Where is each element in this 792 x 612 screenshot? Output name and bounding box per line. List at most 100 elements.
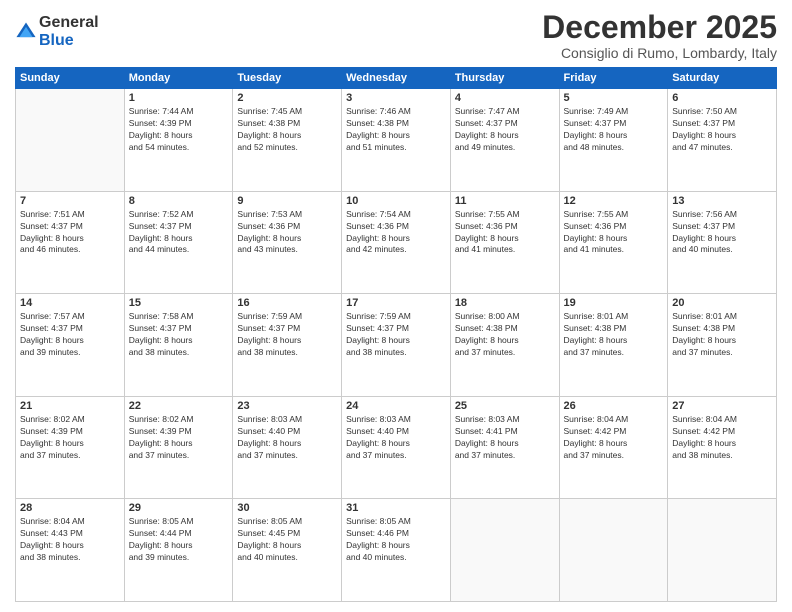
day-info: Sunrise: 8:04 AM Sunset: 4:42 PM Dayligh…: [564, 414, 664, 462]
day-number: 15: [129, 297, 229, 309]
table-row: 21Sunrise: 8:02 AM Sunset: 4:39 PM Dayli…: [16, 396, 125, 499]
day-number: 5: [564, 92, 664, 104]
day-number: 11: [455, 195, 555, 207]
table-row: 30 Sunrise: 8:05 AM Sunset: 4:45 PM Dayli…: [233, 499, 342, 602]
day-info: Sunrise: 7:57 AM Sunset: 4:37 PM Dayligh…: [20, 311, 120, 359]
day-number: 26: [564, 400, 664, 412]
table-row: 3 Sunrise: 7:46 AM Sunset: 4:38 PM Daylig…: [342, 89, 451, 192]
header: General Blue December 2025 Consiglio di …: [15, 10, 777, 61]
col-friday: Friday: [559, 68, 668, 89]
day-info: Sunrise: 7:47 AM Sunset: 4:37 PM Dayligh…: [455, 106, 555, 154]
calendar-week-row: 7Sunrise: 7:51 AM Sunset: 4:37 PM Daylig…: [16, 191, 777, 294]
day-info: Sunrise: 8:04 AM Sunset: 4:43 PM Dayligh…: [20, 516, 120, 564]
day-info: Sunrise: 7:58 AM Sunset: 4:37 PM Dayligh…: [129, 311, 229, 359]
col-saturday: Saturday: [668, 68, 777, 89]
logo-blue-text: Blue: [39, 32, 74, 49]
logo-icon: [15, 21, 37, 43]
day-info: Sunrise: 8:03 AM Sunset: 4:41 PM Dayligh…: [455, 414, 555, 462]
table-row: 9Sunrise: 7:53 AM Sunset: 4:36 PM Daylig…: [233, 191, 342, 294]
table-row: 20Sunrise: 8:01 AM Sunset: 4:38 PM Dayli…: [668, 294, 777, 397]
day-number: 20: [672, 297, 772, 309]
title-block: December 2025 Consiglio di Rumo, Lombard…: [542, 10, 777, 61]
table-row: 1 Sunrise: 7:44 AM Sunset: 4:39 PM Daylig…: [124, 89, 233, 192]
day-info: Sunrise: 7:45 AM Sunset: 4:38 PM Dayligh…: [237, 106, 337, 154]
col-tuesday: Tuesday: [233, 68, 342, 89]
day-info: Sunrise: 8:03 AM Sunset: 4:40 PM Dayligh…: [346, 414, 446, 462]
day-info: Sunrise: 7:59 AM Sunset: 4:37 PM Dayligh…: [237, 311, 337, 359]
day-info: Sunrise: 8:04 AM Sunset: 4:42 PM Dayligh…: [672, 414, 772, 462]
table-row: 28 Sunrise: 8:04 AM Sunset: 4:43 PM Dayli…: [16, 499, 125, 602]
calendar-week-row: 1 Sunrise: 7:44 AM Sunset: 4:39 PM Daylig…: [16, 89, 777, 192]
day-info: Sunrise: 7:46 AM Sunset: 4:38 PM Dayligh…: [346, 106, 446, 154]
day-number: 14: [20, 297, 120, 309]
table-row: [16, 89, 125, 192]
day-number: 2: [237, 92, 337, 104]
day-info: Sunrise: 7:55 AM Sunset: 4:36 PM Dayligh…: [455, 209, 555, 257]
table-row: 25 Sunrise: 8:03 AM Sunset: 4:41 PM Dayli…: [450, 396, 559, 499]
day-number: 24: [346, 400, 446, 412]
day-number: 28: [20, 502, 120, 514]
table-row: 26 Sunrise: 8:04 AM Sunset: 4:42 PM Dayli…: [559, 396, 668, 499]
table-row: 23 Sunrise: 8:03 AM Sunset: 4:40 PM Dayli…: [233, 396, 342, 499]
calendar-week-row: 21Sunrise: 8:02 AM Sunset: 4:39 PM Dayli…: [16, 396, 777, 499]
day-info: Sunrise: 7:55 AM Sunset: 4:36 PM Dayligh…: [564, 209, 664, 257]
day-info: Sunrise: 7:44 AM Sunset: 4:39 PM Dayligh…: [129, 106, 229, 154]
day-info: Sunrise: 7:49 AM Sunset: 4:37 PM Dayligh…: [564, 106, 664, 154]
calendar-table: Sunday Monday Tuesday Wednesday Thursday…: [15, 67, 777, 602]
day-number: 17: [346, 297, 446, 309]
day-number: 10: [346, 195, 446, 207]
day-info: Sunrise: 7:50 AM Sunset: 4:37 PM Dayligh…: [672, 106, 772, 154]
day-number: 29: [129, 502, 229, 514]
table-row: 6 Sunrise: 7:50 AM Sunset: 4:37 PM Daylig…: [668, 89, 777, 192]
table-row: 22 Sunrise: 8:02 AM Sunset: 4:39 PM Dayli…: [124, 396, 233, 499]
table-row: 14 Sunrise: 7:57 AM Sunset: 4:37 PM Dayli…: [16, 294, 125, 397]
day-number: 13: [672, 195, 772, 207]
table-row: 31Sunrise: 8:05 AM Sunset: 4:46 PM Dayli…: [342, 499, 451, 602]
table-row: 24 Sunrise: 8:03 AM Sunset: 4:40 PM Dayli…: [342, 396, 451, 499]
day-number: 31: [346, 502, 446, 514]
day-number: 19: [564, 297, 664, 309]
table-row: [559, 499, 668, 602]
day-number: 30: [237, 502, 337, 514]
day-number: 22: [129, 400, 229, 412]
calendar-week-row: 14 Sunrise: 7:57 AM Sunset: 4:37 PM Dayli…: [16, 294, 777, 397]
table-row: 12 Sunrise: 7:55 AM Sunset: 4:36 PM Dayli…: [559, 191, 668, 294]
location-subtitle: Consiglio di Rumo, Lombardy, Italy: [542, 45, 777, 61]
day-info: Sunrise: 8:00 AM Sunset: 4:38 PM Dayligh…: [455, 311, 555, 359]
day-number: 27: [672, 400, 772, 412]
day-number: 16: [237, 297, 337, 309]
day-info: Sunrise: 8:02 AM Sunset: 4:39 PM Dayligh…: [129, 414, 229, 462]
day-info: Sunrise: 7:51 AM Sunset: 4:37 PM Dayligh…: [20, 209, 120, 257]
day-info: Sunrise: 7:56 AM Sunset: 4:37 PM Dayligh…: [672, 209, 772, 257]
day-number: 6: [672, 92, 772, 104]
col-sunday: Sunday: [16, 68, 125, 89]
day-info: Sunrise: 8:05 AM Sunset: 4:45 PM Dayligh…: [237, 516, 337, 564]
table-row: 13 Sunrise: 7:56 AM Sunset: 4:37 PM Dayli…: [668, 191, 777, 294]
day-number: 1: [129, 92, 229, 104]
day-info: Sunrise: 8:03 AM Sunset: 4:40 PM Dayligh…: [237, 414, 337, 462]
col-wednesday: Wednesday: [342, 68, 451, 89]
table-row: 17Sunrise: 7:59 AM Sunset: 4:37 PM Dayli…: [342, 294, 451, 397]
day-number: 3: [346, 92, 446, 104]
page: General Blue December 2025 Consiglio di …: [0, 0, 792, 612]
table-row: 19 Sunrise: 8:01 AM Sunset: 4:38 PM Dayli…: [559, 294, 668, 397]
table-row: 11 Sunrise: 7:55 AM Sunset: 4:36 PM Dayli…: [450, 191, 559, 294]
table-row: 18Sunrise: 8:00 AM Sunset: 4:38 PM Dayli…: [450, 294, 559, 397]
table-row: 29Sunrise: 8:05 AM Sunset: 4:44 PM Dayli…: [124, 499, 233, 602]
logo-text: General Blue: [39, 14, 99, 49]
day-number: 25: [455, 400, 555, 412]
table-row: [668, 499, 777, 602]
table-row: [450, 499, 559, 602]
table-row: 15 Sunrise: 7:58 AM Sunset: 4:37 PM Dayli…: [124, 294, 233, 397]
month-title: December 2025: [542, 10, 777, 45]
weekday-header-row: Sunday Monday Tuesday Wednesday Thursday…: [16, 68, 777, 89]
table-row: 7Sunrise: 7:51 AM Sunset: 4:37 PM Daylig…: [16, 191, 125, 294]
day-info: Sunrise: 8:01 AM Sunset: 4:38 PM Dayligh…: [564, 311, 664, 359]
day-number: 23: [237, 400, 337, 412]
day-number: 9: [237, 195, 337, 207]
calendar-week-row: 28 Sunrise: 8:04 AM Sunset: 4:43 PM Dayli…: [16, 499, 777, 602]
table-row: 5 Sunrise: 7:49 AM Sunset: 4:37 PM Daylig…: [559, 89, 668, 192]
table-row: 8Sunrise: 7:52 AM Sunset: 4:37 PM Daylig…: [124, 191, 233, 294]
day-number: 12: [564, 195, 664, 207]
col-monday: Monday: [124, 68, 233, 89]
